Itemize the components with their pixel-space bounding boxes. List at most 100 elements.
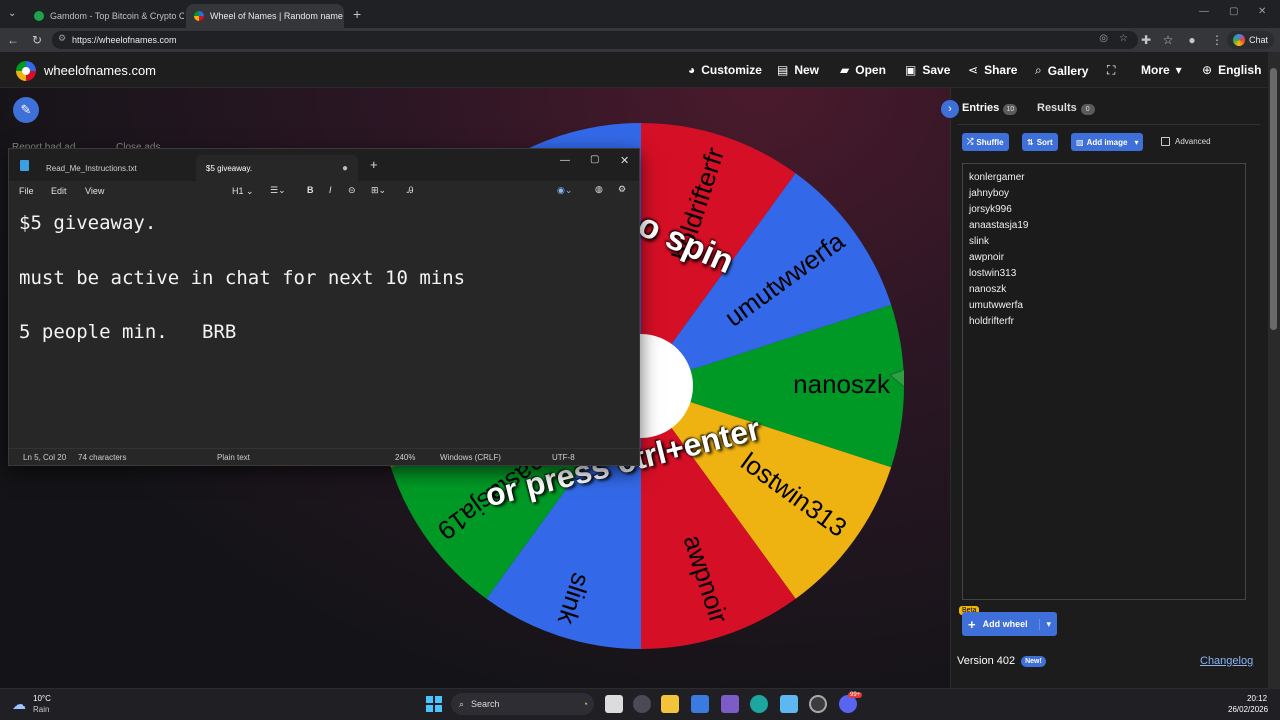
italic-icon[interactable]: I <box>329 185 332 195</box>
address-bar[interactable]: ⚙ https://wheelofnames.com ◎ ☆ <box>52 31 1138 49</box>
browser-tab-wheel-of-names[interactable]: Wheel of Names | Random name p ✕ <box>186 4 344 28</box>
heading-dropdown[interactable]: H1 ⌄ <box>232 186 254 197</box>
gallery-button[interactable]: ⌕ Gallery <box>1035 63 1088 78</box>
line-ending[interactable]: Windows (CRLF) <box>440 453 501 462</box>
wheel-logo-icon[interactable] <box>16 61 36 81</box>
chevron-down-icon[interactable]: ▾ <box>1039 618 1057 630</box>
list-item: jahnyboy <box>969 188 1010 199</box>
menu-file[interactable]: File <box>19 186 34 196</box>
list-item: konlergamer <box>969 172 1025 183</box>
new-tab-plus-icon[interactable]: + <box>353 6 361 22</box>
nav-label: Gallery <box>1047 63 1089 78</box>
notepad-window[interactable]: Read_Me_Instructions.txt $5 giveaway. ● … <box>8 148 640 466</box>
site-info-icon[interactable]: ⚙ <box>58 33 66 44</box>
text-line: $5 giveaway. <box>19 212 157 234</box>
maximize-window-icon[interactable]: ▢ <box>1229 6 1238 17</box>
menu-edit[interactable]: Edit <box>51 186 67 196</box>
list-item: awpnoir <box>969 252 1005 263</box>
tab-entries[interactable]: Entries 10 <box>962 102 1018 115</box>
back-arrow-icon[interactable]: ← <box>5 32 21 48</box>
notepad-maximize-icon[interactable]: ▢ <box>590 154 599 165</box>
file-explorer-icon[interactable] <box>661 695 679 713</box>
language-button[interactable]: ⊕ English <box>1202 63 1261 77</box>
copilot-icon[interactable]: ◉⌄ <box>557 185 572 196</box>
edit-pencil-button[interactable]: ✎ <box>13 97 39 123</box>
start-windows-icon[interactable] <box>426 696 442 712</box>
open-button[interactable]: ▰ Open <box>840 63 886 77</box>
search-highlight-icon: ◔ <box>582 699 588 709</box>
close-window-icon[interactable]: ✕ <box>1258 6 1266 17</box>
notepad-titlebar[interactable]: Read_Me_Instructions.txt $5 giveaway. ● … <box>9 149 639 181</box>
bold-icon[interactable]: B <box>307 185 314 195</box>
encoding[interactable]: UTF-8 <box>552 453 575 462</box>
save-button[interactable]: ▣ Save <box>905 63 950 77</box>
search-placeholder: Search <box>471 699 500 709</box>
rain-weather-icon[interactable]: ☁ <box>12 696 26 713</box>
google-lens-icon[interactable]: ◎ <box>1099 33 1108 44</box>
reload-icon[interactable]: ↻ <box>29 32 45 48</box>
tab-list-chevron-icon[interactable]: ⌄ <box>8 8 16 19</box>
clock-date[interactable]: 26/02/2026 <box>1228 705 1268 714</box>
scrollbar-thumb[interactable] <box>1270 68 1277 330</box>
table-icon[interactable]: ⊞⌄ <box>371 185 386 196</box>
fullscreen-button[interactable]: ⛶ <box>1107 63 1115 78</box>
profile-avatar-icon[interactable]: ● <box>1184 32 1200 48</box>
add-wheel-button[interactable]: + Add wheel ▾ <box>962 612 1057 636</box>
clear-formatting-icon[interactable]: Ꭿ <box>407 185 414 196</box>
more-button[interactable]: More ▾ <box>1141 63 1182 77</box>
new-button[interactable]: ▤ New <box>777 63 819 77</box>
unsaved-dot-icon[interactable]: ● <box>342 163 348 174</box>
browser-tab-gamdom[interactable]: Gamdom - Top Bitcoin & Crypto C ✕ <box>26 4 184 28</box>
media-player-icon[interactable] <box>633 695 651 713</box>
menu-view[interactable]: View <box>85 186 104 196</box>
palette-icon: ◕ <box>688 63 696 77</box>
taskbar-search-box[interactable]: ⌕ Search ◔ <box>451 693 594 715</box>
list-icon[interactable]: ☰⌄ <box>270 185 286 196</box>
nav-label: Customize <box>701 63 762 77</box>
text-line: 5 people min. BRB <box>19 321 237 343</box>
settings-gear-icon[interactable]: ⚙ <box>618 184 626 195</box>
favorites-star-icon[interactable]: ☆ <box>1160 32 1176 48</box>
add-image-button[interactable]: ▨ Add image ▾ <box>1071 133 1144 151</box>
sort-button[interactable]: ⇅ Sort <box>1022 133 1058 151</box>
temperature[interactable]: 10°C <box>33 694 51 703</box>
notepad-tab-readme[interactable]: Read_Me_Instructions.txt <box>36 155 196 181</box>
extensions-puzzle-icon[interactable]: ✚ <box>1138 32 1154 48</box>
pencil-icon: ✎ <box>20 102 32 117</box>
notepad-app-icon <box>20 160 29 171</box>
advanced-checkbox[interactable]: Advanced <box>1161 137 1211 146</box>
share-button[interactable]: ⋖ Share <box>968 63 1017 77</box>
notepad-close-icon[interactable]: ✕ <box>620 154 629 167</box>
menu-dots-icon[interactable]: ⋮ <box>1209 32 1225 48</box>
minimize-window-icon[interactable]: — <box>1199 6 1209 17</box>
site-name[interactable]: wheelofnames.com <box>44 63 156 78</box>
bookmark-star-icon[interactable]: ☆ <box>1119 33 1128 44</box>
shuffle-button[interactable]: ⤮ Shuffle <box>962 133 1009 151</box>
store-icon[interactable] <box>691 695 709 713</box>
checkbox-box[interactable] <box>1161 137 1170 146</box>
vpn-icon[interactable] <box>721 695 739 713</box>
chat-button[interactable]: Chat <box>1226 31 1274 49</box>
fullscreen-icon: ⛶ <box>1107 63 1116 77</box>
tab-results[interactable]: Results 0 <box>1037 102 1095 115</box>
link-icon[interactable]: ⊝ <box>348 185 356 196</box>
format-indicator[interactable]: Plain text <box>217 453 250 462</box>
character-count: 74 characters <box>78 453 127 462</box>
notepad-taskbar-icon[interactable] <box>780 695 798 713</box>
clock-time[interactable]: 20:12 <box>1247 694 1267 703</box>
chrome-icon[interactable] <box>809 695 827 713</box>
notepad-tab-giveaway[interactable]: $5 giveaway. ● <box>196 155 358 181</box>
collapse-panel-chevron-icon[interactable]: › <box>941 100 959 118</box>
zoom-level[interactable]: 240% <box>395 453 415 462</box>
browser-tab-strip: ⌄ Gamdom - Top Bitcoin & Crypto C ✕ Whee… <box>0 0 1280 28</box>
customize-button[interactable]: ◕ Customize <box>688 63 762 77</box>
notepad-text-area[interactable]: $5 giveaway. must be active in chat for … <box>19 211 629 375</box>
new-notepad-tab-icon[interactable]: + <box>370 157 378 172</box>
notepad-minimize-icon[interactable]: — <box>560 155 570 166</box>
account-icon[interactable]: ◍ <box>595 184 603 195</box>
weather-condition[interactable]: Rain <box>33 705 49 714</box>
tab-label: Entries <box>962 102 1000 114</box>
edge-browser-icon[interactable] <box>750 695 768 713</box>
task-view-icon[interactable] <box>605 695 623 713</box>
changelog-link[interactable]: Changelog <box>1200 655 1253 667</box>
